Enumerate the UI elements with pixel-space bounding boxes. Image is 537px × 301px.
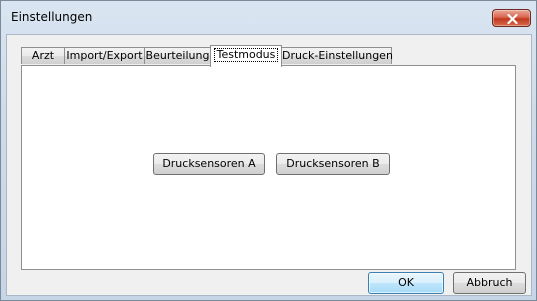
tab-arzt[interactable]: Arzt	[21, 47, 65, 64]
drucksensoren-a-button[interactable]: Drucksensoren A	[153, 153, 265, 175]
settings-dialog: Einstellungen Arzt Import/Export Beurtei…	[0, 0, 537, 301]
title-bar[interactable]: Einstellungen	[1, 1, 536, 34]
cancel-button[interactable]: Abbruch	[453, 272, 526, 294]
tab-label: Beurteilung	[145, 49, 210, 62]
dialog-client-area: Arzt Import/Export Beurteilung Testmodus…	[6, 34, 532, 296]
close-button[interactable]	[492, 9, 531, 27]
ok-button[interactable]: OK	[368, 272, 444, 294]
window-title: Einstellungen	[11, 10, 93, 24]
tab-label: Arzt	[31, 49, 55, 62]
tab-testmodus[interactable]: Testmodus	[210, 45, 282, 67]
tab-label: Druck-Einstellungen	[282, 49, 393, 62]
testmodus-panel: Drucksensoren A Drucksensoren B	[21, 65, 516, 270]
tab-import-export[interactable]: Import/Export	[64, 47, 145, 64]
drucksensoren-b-button[interactable]: Drucksensoren B	[276, 153, 390, 175]
tab-label: Testmodus	[213, 48, 279, 62]
tab-beurteilung[interactable]: Beurteilung	[144, 47, 211, 64]
tab-label: Import/Export	[66, 49, 143, 62]
close-icon	[507, 14, 518, 24]
tab-druck-einstellungen[interactable]: Druck-Einstellungen	[281, 47, 393, 64]
